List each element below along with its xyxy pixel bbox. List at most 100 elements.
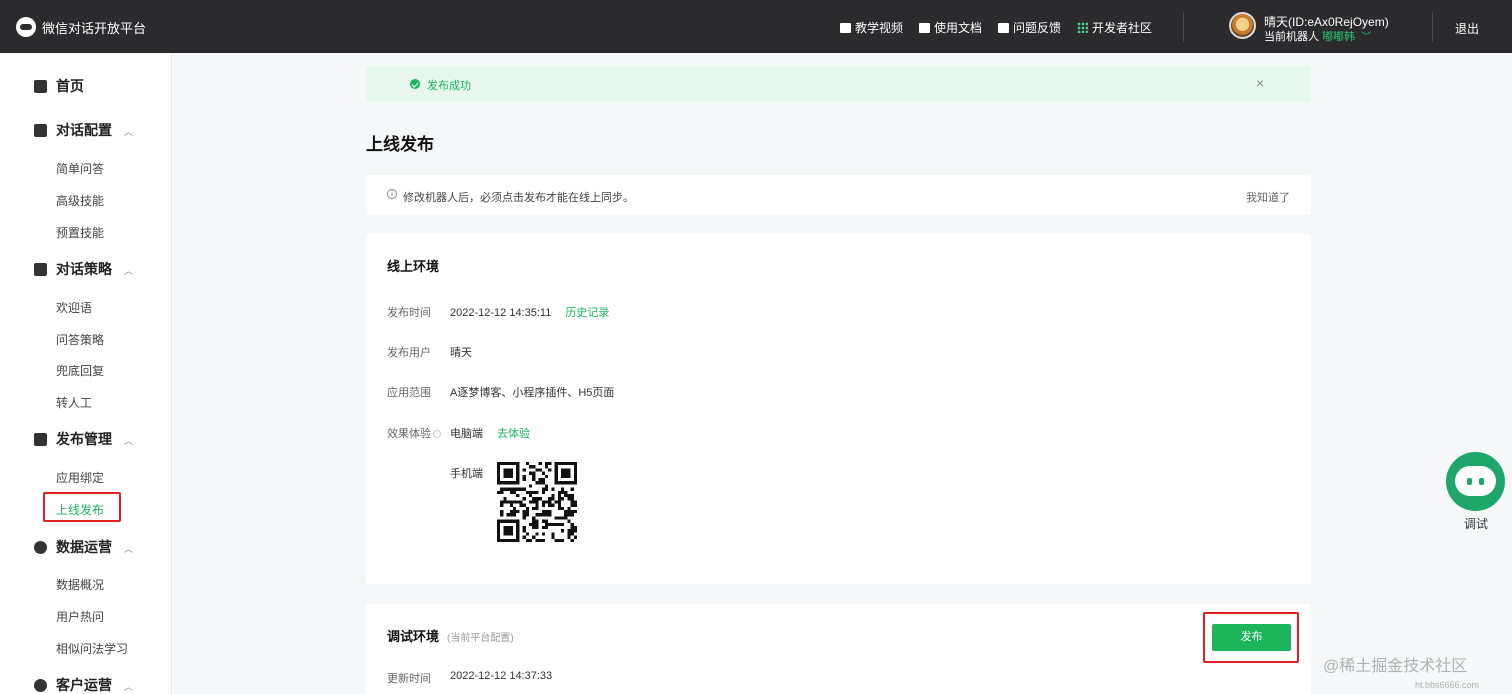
publish-time-label: 发布时间 — [387, 307, 431, 319]
update-time-value: 2022-12-12 14:37:33 — [450, 670, 553, 682]
send-icon — [34, 432, 47, 446]
publish-time-row: 2022-12-12 14:35:11 历史记录 — [450, 304, 609, 320]
sidebar-item-simple-qa[interactable]: 简单问答 — [56, 160, 104, 177]
card-subtitle: (当前平台配置) — [447, 633, 514, 644]
nav-docs[interactable]: 使用文档 — [919, 19, 982, 36]
top-bar: 微信对话开放平台 教学视频 使用文档 问题反馈 开发者社区 晴天(ID:eAx0… — [0, 0, 1512, 53]
notice-bar: i 修改机器人后，必须点击发布才能在线上同步。 我知道了 — [366, 175, 1311, 215]
sidebar-item-hot-questions[interactable]: 用户热问 — [56, 608, 104, 625]
divider — [1432, 12, 1433, 42]
sidebar-label: 首页 — [56, 78, 84, 94]
home-icon — [34, 79, 47, 93]
bot-switcher[interactable]: 当前机器人 嘟嘟韩 ﹀ — [1264, 28, 1371, 44]
logout-button[interactable]: 退出 — [1455, 20, 1479, 37]
online-env-card: 线上环境 发布时间 2022-12-12 14:35:11 历史记录 发布用户 晴… — [366, 234, 1311, 584]
sidebar-group-data-ops[interactable]: 数据运营 — [34, 537, 112, 557]
watermark-site: ht.bbs6666.com — [1415, 680, 1480, 690]
list-icon — [34, 262, 47, 276]
sidebar-label: 数据运营 — [56, 539, 112, 555]
sidebar-item-welcome[interactable]: 欢迎语 — [56, 299, 92, 316]
chevron-up-icon[interactable]: ︿ — [124, 264, 133, 277]
publish-time-value: 2022-12-12 14:35:11 — [450, 307, 552, 319]
success-alert: 发布成功 × — [366, 66, 1311, 102]
robot-eye — [1479, 478, 1484, 485]
publish-button[interactable]: 发布 — [1212, 624, 1291, 651]
help-icon[interactable] — [433, 430, 441, 438]
chevron-up-icon[interactable]: ︿ — [124, 434, 133, 447]
card-title: 线上环境 — [387, 259, 440, 274]
chevron-up-icon[interactable]: ︿ — [124, 680, 133, 693]
sidebar-label: 对话策略 — [56, 261, 112, 277]
sidebar-group-dialog-config[interactable]: 对话配置 — [34, 120, 112, 140]
info-icon: i — [387, 189, 397, 199]
desktop-label: 电脑端 — [450, 428, 483, 440]
nav-label: 使用文档 — [934, 21, 983, 35]
nav-label: 问题反馈 — [1013, 21, 1062, 35]
sidebar-item-similar-learning[interactable]: 相似问法学习 — [56, 640, 128, 657]
sidebar-group-customer-ops[interactable]: 客户运营 — [34, 675, 112, 694]
current-bot-name: 嘟嘟韩 — [1322, 31, 1356, 43]
debug-title-row: 调试环境 (当前平台配置) — [387, 626, 514, 645]
feedback-icon — [998, 22, 1010, 33]
nav-community[interactable]: 开发者社区 — [1077, 19, 1152, 36]
nav-label: 开发者社区 — [1092, 21, 1153, 35]
robot-eye — [1467, 478, 1472, 485]
chevron-down-icon: ﹀ — [1361, 32, 1372, 43]
sidebar-item-fallback-reply[interactable]: 兜底回复 — [56, 362, 104, 379]
sidebar-item-app-binding[interactable]: 应用绑定 — [56, 469, 104, 486]
sidebar-item-advanced-skills[interactable]: 高级技能 — [56, 192, 104, 209]
sidebar-item-data-overview[interactable]: 数据概况 — [56, 576, 104, 593]
sidebar-label: 客户运营 — [56, 677, 112, 693]
nav-tutorial-video[interactable]: 教学视频 — [840, 19, 903, 36]
publish-user-label: 发布用户 — [387, 347, 431, 359]
card-title: 调试环境 — [387, 629, 440, 644]
debug-float-label: 调试 — [1464, 517, 1489, 531]
sidebar-item-transfer-human[interactable]: 转人工 — [56, 394, 92, 411]
top-nav: 教学视频 使用文档 问题反馈 开发者社区 — [840, 19, 1152, 36]
logo-icon — [16, 17, 36, 37]
update-time-label: 更新时间 — [387, 673, 431, 685]
close-icon[interactable]: × — [1256, 75, 1264, 91]
community-icon — [1077, 22, 1089, 33]
alert-message: 发布成功 — [427, 80, 471, 92]
chevron-up-icon[interactable]: ︿ — [124, 542, 133, 555]
debug-float-button[interactable] — [1446, 452, 1505, 511]
logo-text: 微信对话开放平台 — [42, 20, 147, 36]
qr-code — [497, 462, 577, 542]
try-link[interactable]: 去体验 — [497, 428, 530, 440]
scope-label: 应用范围 — [387, 387, 431, 399]
scope-value: A逐梦博客、小程序插件、H5页面 — [450, 387, 615, 399]
check-circle-icon — [410, 79, 420, 89]
divider — [1183, 12, 1184, 42]
desktop-row: 电脑端 去体验 — [450, 425, 530, 441]
video-icon — [840, 22, 851, 33]
sidebar: 首页 对话配置 ︿ 简单问答 高级技能 预置技能 对话策略 ︿ 欢迎语 问答策略… — [0, 53, 172, 694]
mobile-label: 手机端 — [450, 468, 483, 480]
debug-env-card: 调试环境 (当前平台配置) 更新时间 2022-12-12 14:37:33 — [366, 604, 1311, 694]
sidebar-group-dialog-strategy[interactable]: 对话策略 — [34, 259, 112, 279]
sidebar-group-publish[interactable]: 发布管理 — [34, 429, 112, 449]
avatar[interactable] — [1229, 12, 1256, 39]
experience-label: 效果体验 — [387, 428, 431, 440]
nav-label: 教学视频 — [855, 21, 904, 35]
robot-icon — [1455, 466, 1496, 496]
current-bot-label: 当前机器人 — [1264, 31, 1319, 43]
highlight-box — [43, 492, 121, 522]
sidebar-item-preset-skills[interactable]: 预置技能 — [56, 224, 104, 241]
watermark: @稀土掘金技术社区 — [1323, 658, 1468, 675]
chevron-up-icon[interactable]: ︿ — [124, 125, 133, 138]
notice-text: 修改机器人后，必须点击发布才能在线上同步。 — [403, 192, 634, 204]
chat-icon — [34, 123, 47, 137]
dismiss-link[interactable]: 我知道了 — [1246, 189, 1290, 205]
document-icon — [919, 22, 931, 33]
experience-label-row: 效果体验 — [387, 425, 441, 441]
nav-feedback[interactable]: 问题反馈 — [998, 19, 1061, 36]
sidebar-label: 对话配置 — [56, 122, 112, 138]
pie-chart-icon — [34, 540, 47, 554]
platform-logo[interactable]: 微信对话开放平台 — [16, 17, 146, 37]
page-title: 上线发布 — [366, 135, 434, 154]
history-link[interactable]: 历史记录 — [565, 307, 609, 319]
publish-user-value: 晴天 — [450, 347, 472, 359]
sidebar-item-home[interactable]: 首页 — [34, 76, 84, 96]
sidebar-item-qa-strategy[interactable]: 问答策略 — [56, 331, 104, 348]
